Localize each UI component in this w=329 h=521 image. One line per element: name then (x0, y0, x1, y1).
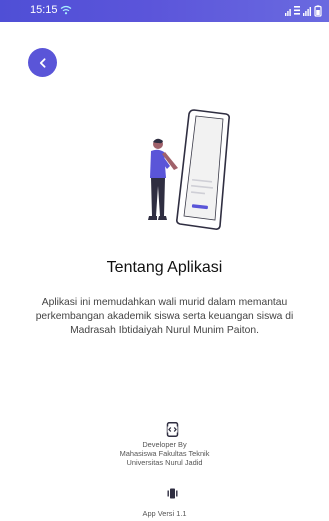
battery-icon (314, 5, 322, 17)
person-illustration (148, 138, 178, 220)
phone-illustration (176, 109, 230, 230)
about-screen: 15:15 Tentang Aplikasi Aplikasi ini memu… (0, 0, 329, 521)
status-icons (285, 5, 322, 17)
description-line: Madrasah Ibtidaiyah Nurul Munim Paiton. (70, 325, 259, 336)
developer-line: Developer By (142, 440, 187, 449)
developer-credits: Developer By Mahasiswa Fakultas Teknik U… (0, 440, 329, 467)
chevron-left-icon (39, 57, 45, 68)
vibration-icon (167, 488, 178, 499)
person-with-phone-illustration (148, 109, 230, 230)
signal-icon (285, 9, 291, 16)
developer-line: Universitas Nurul Jadid (126, 458, 203, 467)
developer-mode-icon (166, 422, 179, 437)
status-bar: 15:15 (0, 0, 329, 22)
app-description: Aplikasi ini memudahkan wali murid dalam… (0, 296, 329, 338)
lte-icon (294, 6, 300, 15)
wifi-icon (60, 5, 72, 15)
app-version: App Versi 1.1 (142, 509, 187, 518)
status-time: 15:15 (30, 4, 58, 16)
page-title: Tentang Aplikasi (106, 259, 223, 276)
developer-line: Mahasiswa Fakultas Teknik (119, 449, 210, 458)
description-line: perkembangan akademik siswa serta keuang… (35, 311, 294, 322)
signal-icon (303, 7, 311, 16)
description-line: Aplikasi ini memudahkan wali murid dalam… (41, 297, 288, 308)
back-button[interactable] (28, 48, 57, 77)
